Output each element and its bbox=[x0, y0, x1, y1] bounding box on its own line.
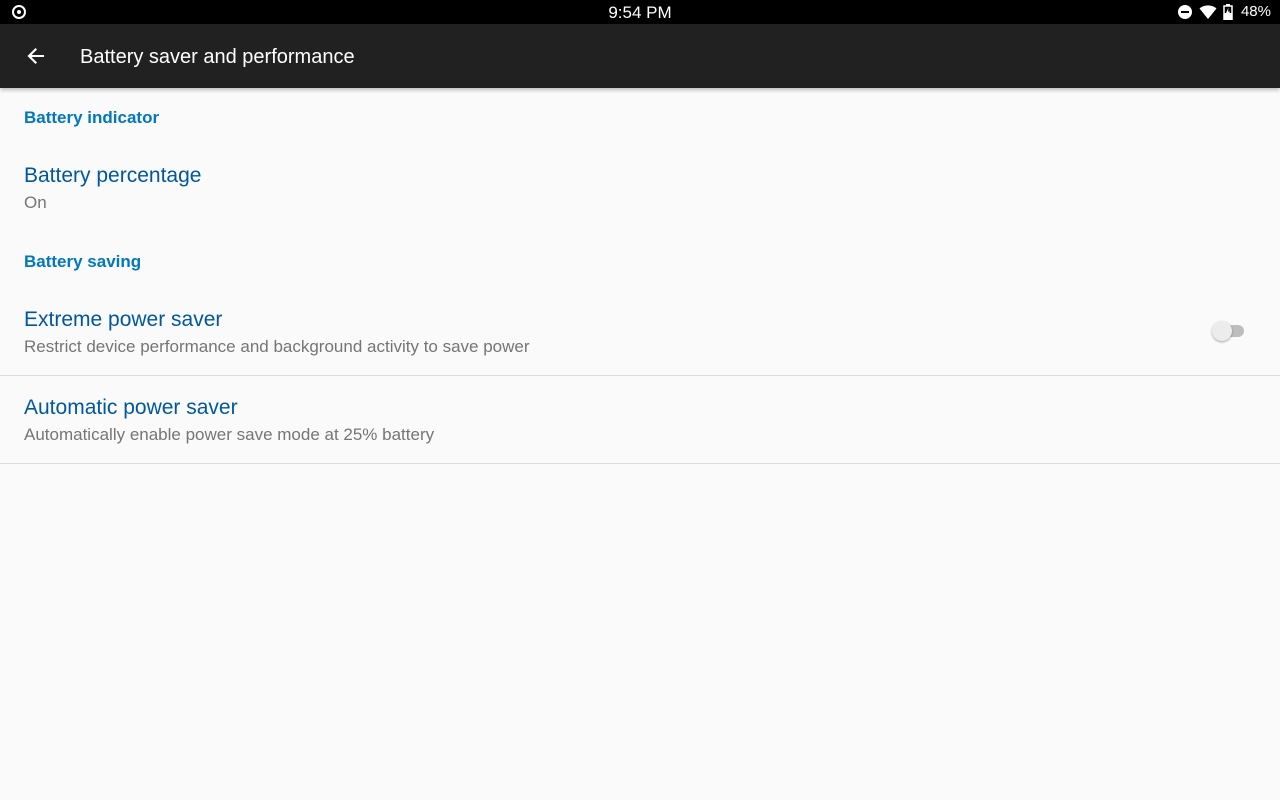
wifi-icon bbox=[1199, 4, 1217, 20]
app-bar: Battery saver and performance bbox=[0, 24, 1280, 88]
status-bar: 9:54 PM 48% bbox=[0, 0, 1280, 24]
status-icons: 48% bbox=[1177, 3, 1271, 21]
pref-title: Battery percentage bbox=[24, 164, 202, 187]
arrow-back-icon bbox=[27, 48, 44, 64]
pref-automatic-power-saver[interactable]: Automatic power saver Automatically enab… bbox=[0, 376, 1280, 464]
do-not-disturb-icon bbox=[1177, 4, 1193, 20]
battery-icon bbox=[1223, 4, 1233, 20]
pref-extreme-power-saver[interactable]: Extreme power saver Restrict device perf… bbox=[0, 288, 1280, 376]
status-time: 9:54 PM bbox=[608, 3, 672, 22]
category-battery-indicator: Battery indicator bbox=[24, 108, 160, 127]
pref-summary: Automatically enable power save mode at … bbox=[24, 425, 435, 444]
battery-percent: 48% bbox=[1240, 3, 1271, 20]
pref-title: Extreme power saver bbox=[24, 308, 223, 331]
page-title: Battery saver and performance bbox=[80, 46, 355, 68]
pref-battery-percentage[interactable]: Battery percentage On bbox=[0, 144, 1280, 232]
settings-list: Battery indicator Battery percentage On … bbox=[0, 88, 1280, 464]
pref-summary: Restrict device performance and backgrou… bbox=[24, 337, 530, 356]
category-battery-saving: Battery saving bbox=[24, 252, 142, 271]
extreme-power-saver-switch[interactable] bbox=[1212, 320, 1246, 342]
switch-thumb bbox=[1212, 321, 1232, 341]
pref-summary: On bbox=[24, 193, 47, 212]
back-button[interactable] bbox=[20, 40, 52, 72]
pref-title: Automatic power saver bbox=[24, 396, 238, 419]
